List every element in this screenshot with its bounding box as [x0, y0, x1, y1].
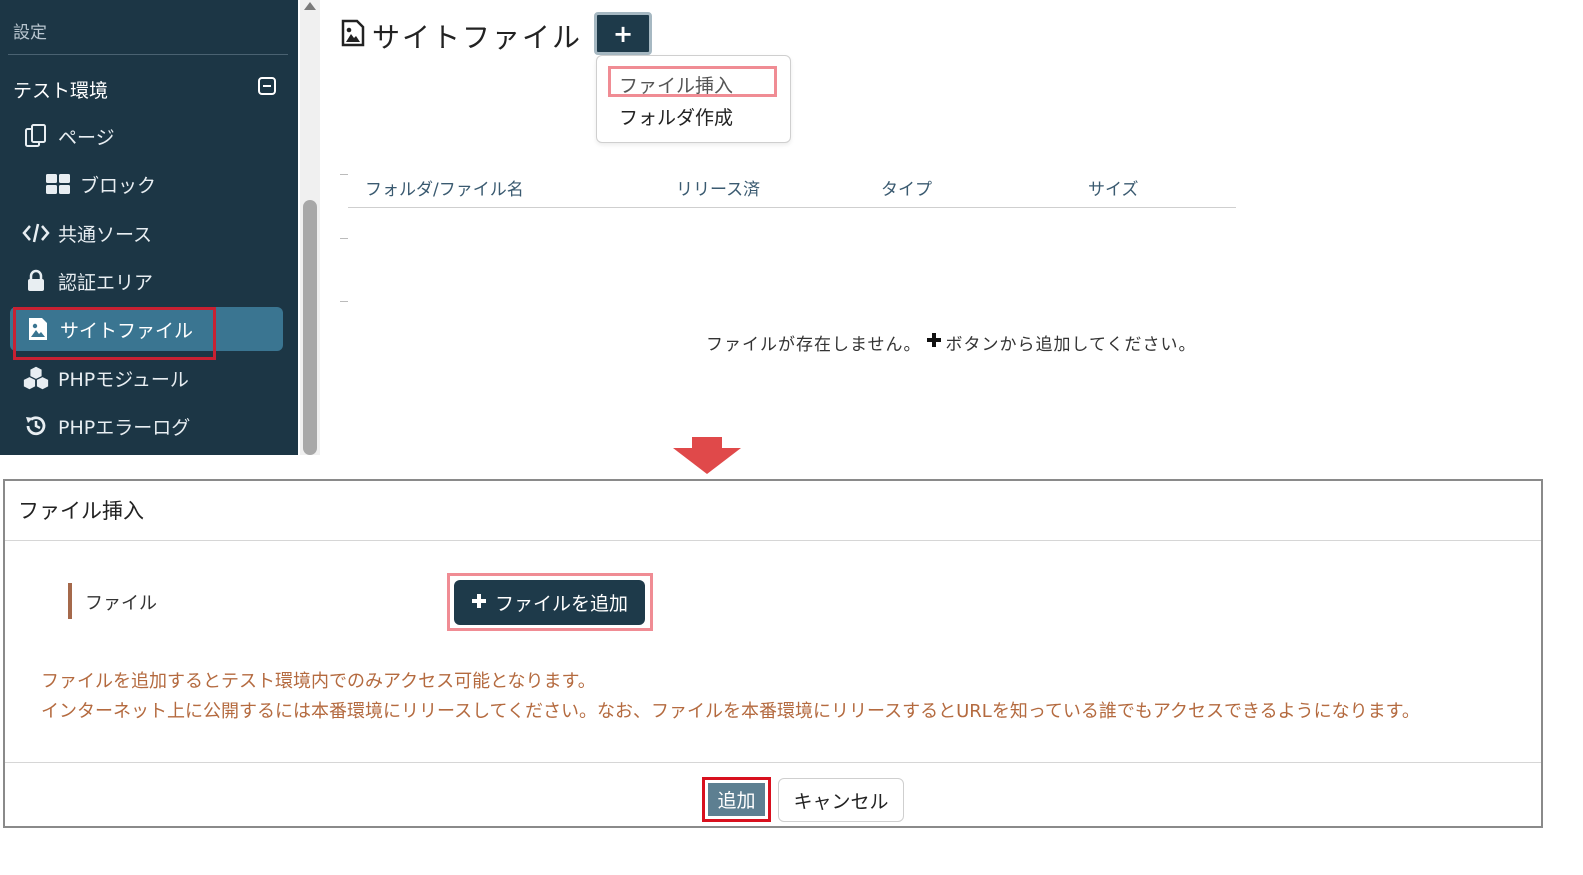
- plus-icon: [471, 592, 487, 614]
- sidebar-item-php-error-log[interactable]: PHPエラーログ: [22, 404, 190, 448]
- lock-icon: [22, 267, 50, 295]
- row-tick: [340, 174, 348, 175]
- sidebar-item-common-source[interactable]: 共通ソース: [22, 211, 152, 255]
- collapse-icon[interactable]: [258, 77, 276, 95]
- down-arrow-icon: [673, 437, 741, 474]
- add-file-button-label: ファイルを追加: [494, 593, 628, 615]
- sidebar-item-label: 共通ソース: [58, 223, 153, 246]
- scroll-up-icon[interactable]: [304, 2, 316, 10]
- empty-message: ファイルが存在しません。 ボタンから追加してください。: [706, 330, 1196, 355]
- file-table-header: フォルダ/ファイル名 リリース済 タイプ サイズ: [348, 165, 1236, 208]
- scroll-thumb[interactable]: [303, 200, 317, 455]
- code-icon: [22, 219, 50, 247]
- sidebar-item-pages[interactable]: ページ: [22, 114, 115, 158]
- environment-label: テスト環境: [13, 80, 109, 102]
- dialog-divider: [5, 762, 1541, 763]
- sidebar-item-label: PHPエラーログ: [58, 416, 191, 439]
- empty-message-text: ボタンから追加してください。: [945, 335, 1197, 355]
- insert-file-dialog: ファイル挿入 ファイル ファイルを追加 ファイルを追加するとテスト環境内でのみア…: [3, 479, 1543, 828]
- sidebar-item-php-modules[interactable]: PHPモジュール: [22, 356, 189, 400]
- column-header-released[interactable]: リリース済: [676, 175, 760, 200]
- row-tick: [340, 301, 348, 302]
- column-header-type[interactable]: タイプ: [881, 175, 932, 200]
- sidebar-item-label: ページ: [58, 126, 115, 149]
- dialog-divider: [5, 540, 1541, 541]
- cancel-button[interactable]: キャンセル: [778, 778, 904, 822]
- column-header-size[interactable]: サイズ: [1088, 175, 1139, 200]
- row-tick: [340, 238, 348, 239]
- dialog-title: ファイル挿入: [18, 499, 144, 523]
- image-file-icon: [340, 18, 366, 55]
- sidebar-divider: [8, 54, 288, 55]
- sidebar-item-label: ブロック: [80, 174, 157, 197]
- empty-message-text: ファイルが存在しません。: [706, 335, 922, 355]
- pages-icon: [22, 122, 50, 150]
- sidebar-item-label: 認証エリア: [58, 271, 154, 294]
- blocks-icon: [44, 170, 72, 198]
- add-menu-button[interactable]: +: [594, 12, 652, 55]
- field-label-bar: [68, 583, 72, 619]
- submit-button[interactable]: 追加: [708, 783, 765, 816]
- site-files-screen: 設定 テスト環境 ページ ブロック 共通ソース 認証エリア サイトファイル PH…: [0, 0, 1583, 455]
- page-title: サイトファイル: [340, 16, 582, 56]
- history-icon: [22, 412, 50, 440]
- note-line-1: ファイルを追加するとテスト環境内でのみアクセス可能となります。: [41, 671, 596, 692]
- plus-icon: [926, 332, 942, 353]
- sidebar-item-blocks[interactable]: ブロック: [44, 162, 156, 206]
- column-header-name[interactable]: フォルダ/ファイル名: [365, 175, 524, 200]
- sidebar: 設定 テスト環境 ページ ブロック 共通ソース 認証エリア サイトファイル PH…: [0, 0, 298, 455]
- cubes-icon: [22, 364, 50, 392]
- menu-item-create-folder[interactable]: フォルダ作成: [619, 103, 733, 130]
- file-field-label: ファイル: [85, 593, 157, 614]
- sidebar-item-label: PHPモジュール: [58, 368, 189, 391]
- add-file-button[interactable]: ファイルを追加: [454, 580, 645, 625]
- sidebar-item-auth-area[interactable]: 認証エリア: [22, 259, 153, 303]
- page-title-text: サイトファイル: [372, 21, 583, 54]
- note-line-2: インターネット上に公開するには本番環境にリリースしてください。なお、ファイルを本…: [41, 701, 1420, 722]
- highlight-frame: [13, 307, 216, 360]
- sidebar-section-label: 設定: [13, 23, 47, 43]
- scrollbar[interactable]: [300, 0, 320, 455]
- highlight-frame: [608, 66, 777, 97]
